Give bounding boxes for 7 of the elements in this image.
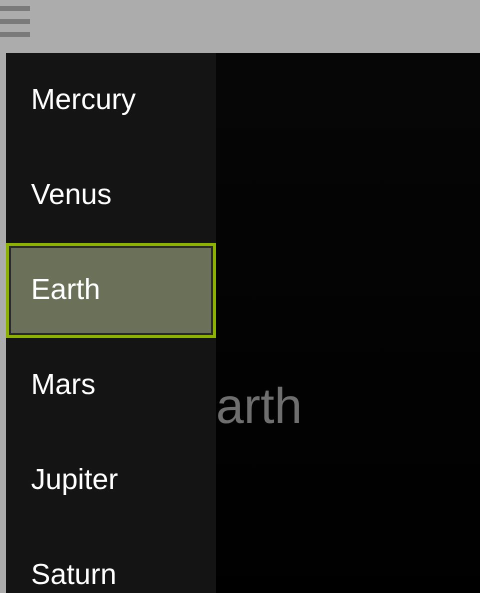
drawer-item[interactable]: Earth [6,243,216,338]
drawer-item[interactable]: Jupiter [6,433,216,528]
drawer-item[interactable]: Mercury [6,53,216,148]
drawer-item[interactable]: Saturn [6,528,216,593]
drawer-item[interactable]: Venus [6,148,216,243]
planet-title: arth [216,381,302,431]
drawer-item[interactable]: Mars [6,338,216,433]
